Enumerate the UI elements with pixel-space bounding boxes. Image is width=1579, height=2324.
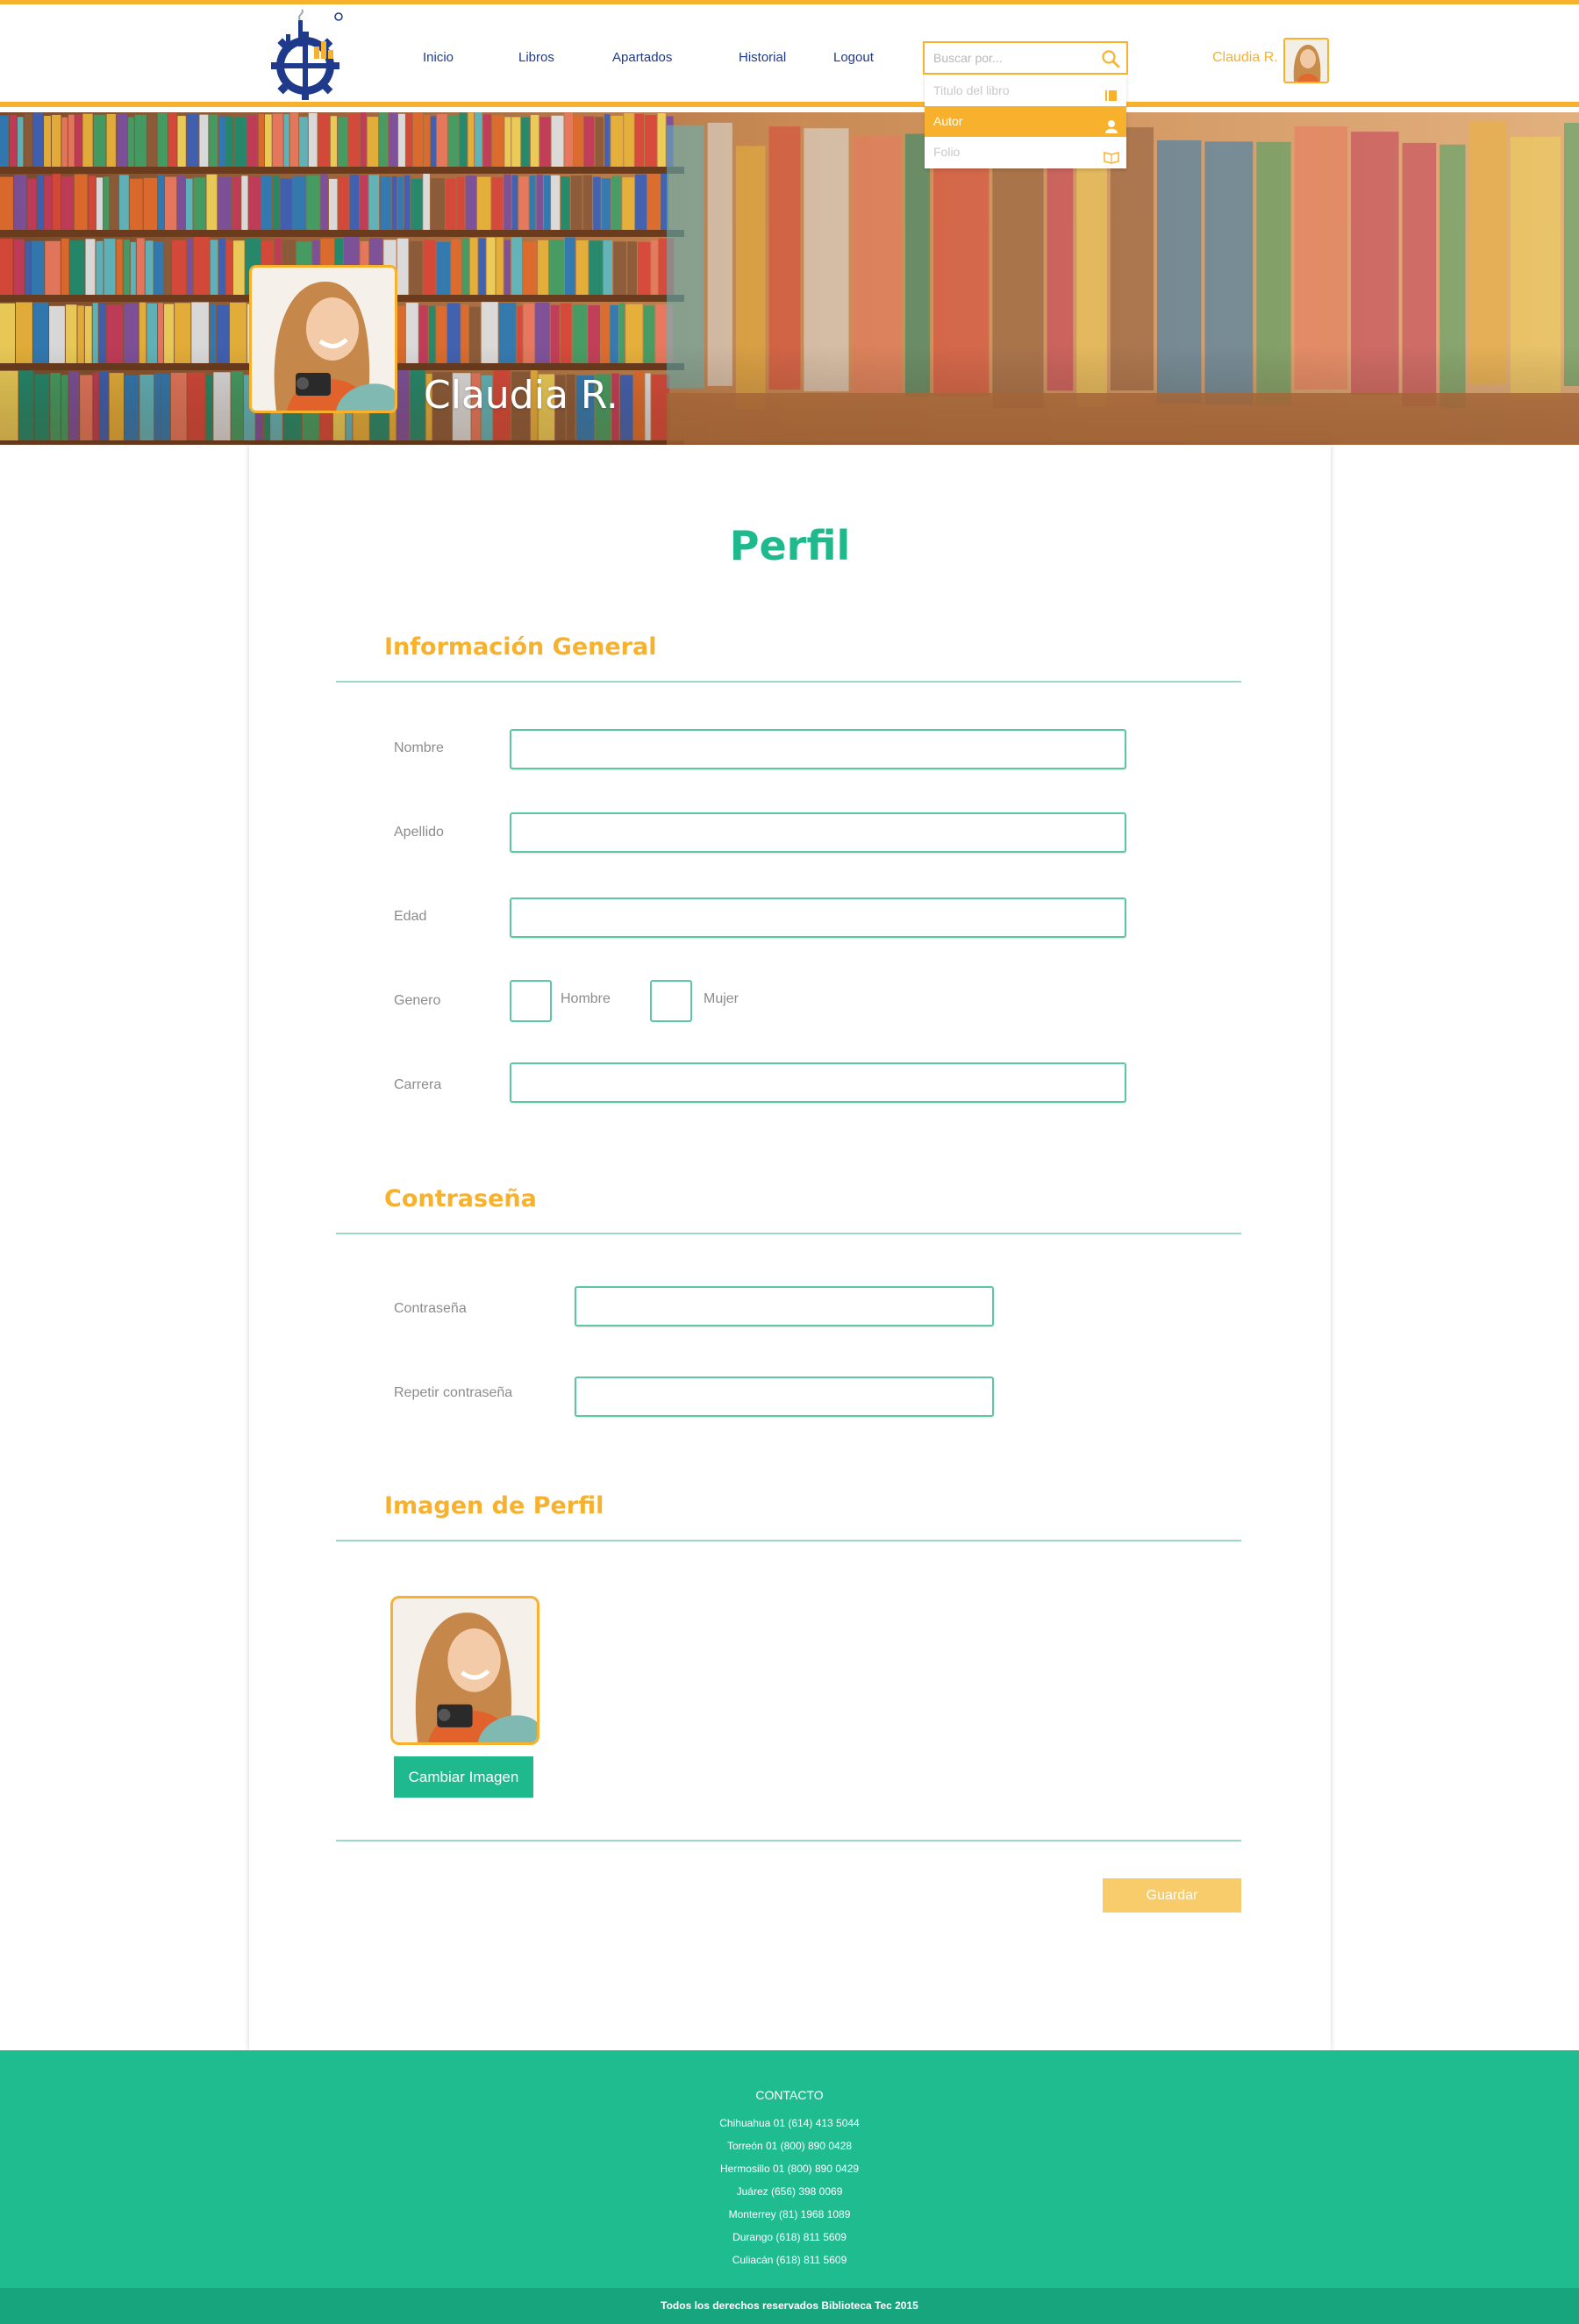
edad-field[interactable] [510,897,1126,938]
book-icon [1104,83,1119,101]
nav-libros[interactable]: Libros [518,50,554,65]
section-divider [336,681,1241,683]
apellido-field[interactable] [510,812,1126,853]
open-book-icon [1104,145,1119,164]
search-option-folio[interactable]: Folio [925,137,1126,168]
footer-contact-line: Juárez (656) 398 0069 [736,2185,843,2198]
header: Inicio Libros Apartados Historial Logout… [0,4,1579,107]
password-field[interactable] [575,1286,994,1326]
footer: CONTACTO Chihuahua 01 (614) 413 5044 Tor… [0,2050,1579,2288]
banner-user-name: Claudia R. [424,373,618,418]
genero-mujer-label: Mujer [704,991,739,1006]
section-title-password: Contraseña [384,1185,537,1212]
search-option-label: Autor [933,114,963,128]
search-input[interactable]: Buscar por... [923,41,1128,75]
change-image-button[interactable]: Cambiar Imagen [394,1756,533,1798]
footer-contact-line: Hermosillo 01 (800) 890 0429 [719,2163,860,2175]
search-dropdown: Titulo del libro Autor Folio [925,75,1126,168]
search-option-label: Titulo del libro [933,83,1010,97]
carrera-field[interactable] [510,1062,1126,1103]
footer-contact-line: Durango (618) 811 5609 [732,2231,847,2243]
section-divider [336,1840,1241,1841]
search-option-titulo[interactable]: Titulo del libro [925,75,1126,106]
carrera-label: Carrera [394,1077,442,1092]
search-option-autor[interactable]: Autor [925,106,1126,137]
user-name[interactable]: Claudia R. [1212,50,1278,66]
bookshelf-background-image [0,112,1579,445]
save-button[interactable]: Guardar [1103,1878,1241,1913]
profile-image [390,1596,539,1745]
profile-card: Perfil Información General Nombre Apelli… [249,445,1331,2050]
person-icon [1104,114,1119,133]
nombre-label: Nombre [394,740,444,755]
institution-logo[interactable] [265,8,346,103]
password-label: Contraseña [394,1301,467,1316]
repeat-password-field[interactable] [575,1377,994,1417]
nombre-field[interactable] [510,729,1126,769]
nav-logout[interactable]: Logout [833,50,874,65]
nav-inicio[interactable]: Inicio [423,50,454,65]
page-title: Perfil [729,522,851,569]
genero-hombre-checkbox[interactable] [510,980,552,1022]
genero-label: Genero [394,993,441,1008]
genero-hombre-label: Hombre [561,991,611,1006]
footer-contact-line: Torreón 01 (800) 890 0428 [726,2140,853,2152]
user-avatar[interactable] [1283,38,1329,83]
section-title-general: Información General [384,633,657,661]
section-divider [336,1233,1241,1234]
search-icon[interactable] [1100,48,1121,69]
profile-banner: Claudia R. [0,112,1579,445]
footer-contact-title: CONTACTO [755,2088,824,2102]
footer-copyright: Todos los derechos reservados Biblioteca… [0,2288,1579,2324]
section-title-image: Imagen de Perfil [384,1492,604,1520]
nav-historial[interactable]: Historial [739,50,786,65]
apellido-label: Apellido [394,825,444,840]
repeat-password-label: Repetir contraseña [394,1385,513,1400]
banner-avatar [249,265,397,413]
section-divider [336,1540,1241,1541]
footer-contact-line: Culiacán (618) 811 5609 [732,2254,847,2266]
search-placeholder: Buscar por... [933,51,1003,65]
nav-apartados[interactable]: Apartados [612,50,672,65]
footer-contact-line: Chihuahua 01 (614) 413 5044 [719,2117,860,2129]
footer-contact-line: Monterrey (81) 1968 1089 [728,2208,851,2220]
search-option-label: Folio [933,145,961,159]
edad-label: Edad [394,909,427,924]
genero-mujer-checkbox[interactable] [650,980,692,1022]
